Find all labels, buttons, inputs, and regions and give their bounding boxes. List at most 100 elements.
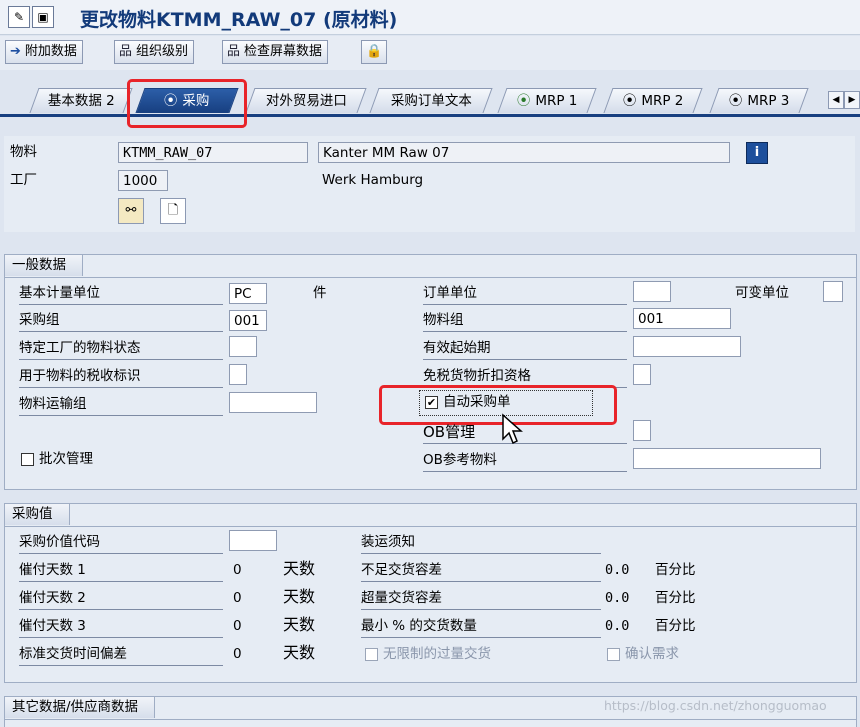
mouse-cursor-icon (502, 413, 523, 445)
batch-management-label: 批次管理 (39, 451, 93, 467)
tax-indicator-field[interactable] (229, 364, 247, 385)
other-data-title: 其它数据/供应商数据 (5, 697, 156, 718)
std-deviation-unit: 天数 (283, 643, 316, 662)
tab-mrp-3[interactable]: ⦿ MRP 3 (709, 88, 809, 113)
hierarchy-icon: 品 (119, 44, 133, 59)
reminder-2-unit: 天数 (283, 587, 316, 606)
arrow-right-icon: ➔ (10, 44, 21, 59)
material-description-field[interactable]: Kanter MM Raw 07 (318, 142, 730, 163)
tab-basic-data-2[interactable]: 基本数据 2 (29, 88, 133, 113)
plant-status-field[interactable] (229, 336, 257, 357)
over-tolerance-value: 0.0 (605, 590, 630, 606)
lock-button[interactable]: 🔒 (361, 40, 388, 64)
org-levels-button[interactable]: 品组织级别 (114, 40, 195, 64)
check-screen-data-label: 检查屏幕数据 (244, 44, 323, 59)
reminder-2-value: 0 (233, 590, 242, 606)
min-delivery-value: 0.0 (605, 618, 630, 634)
batch-management-checkbox[interactable] (21, 453, 34, 466)
purchasing-values-group: 采购值 采购价值代码 装运须知 催付天数 1 0 天数 不足交货容差 0.0 百… (4, 503, 857, 683)
tax-indicator-label: 用于物料的税收标识 (19, 366, 223, 388)
valid-from-label: 有效起始期 (423, 338, 627, 360)
general-data-group: 一般数据 基本计量单位 PC 件 订单单位 可变单位 采购组 001 物料组 0… (4, 254, 857, 490)
material-group-label: 物料组 (423, 310, 627, 332)
plant-field[interactable]: 1000 (118, 170, 168, 191)
tab-foreign-trade-import[interactable]: 对外贸易进口 (245, 88, 367, 113)
base-uom-text: 件 (313, 285, 327, 301)
display-toggle-icon[interactable]: ▣ (32, 6, 54, 28)
reminder-1-unit: 天数 (283, 559, 316, 578)
transport-group-label: 物料运输组 (19, 394, 223, 416)
plant-description: Werk Hamburg (322, 172, 424, 188)
under-tolerance-label: 不足交货容差 (361, 560, 601, 582)
additional-data-button[interactable]: ➔ 附加数据 (5, 40, 83, 64)
org-levels-label: 组织级别 (136, 44, 189, 59)
general-data-title: 一般数据 (5, 255, 83, 276)
order-unit-field[interactable] (633, 281, 671, 302)
ob-reference-field[interactable] (633, 448, 821, 469)
purchasing-group-field[interactable]: 001 (229, 310, 267, 331)
ack-required-label: 确认需求 (625, 646, 679, 662)
std-deviation-value: 0 (233, 646, 242, 662)
tab-mrp-1[interactable]: ⦿ MRP 1 (497, 88, 597, 113)
variable-unit-label: 可变单位 (735, 285, 789, 301)
check-hierarchy-icon: 品 (227, 44, 241, 59)
unlimited-overdelivery-label: 无限制的过量交货 (383, 646, 491, 662)
ack-required-checkbox[interactable] (607, 648, 620, 661)
valid-from-field[interactable] (633, 336, 741, 357)
min-delivery-unit: 百分比 (655, 618, 696, 634)
base-uom-field[interactable]: PC (229, 283, 267, 304)
tab-mrp2-label: MRP 2 (641, 93, 684, 109)
material-group-field[interactable]: 001 (633, 308, 731, 329)
highlight-auto-po (379, 385, 617, 425)
purchasing-values-header: 采购值 (5, 504, 856, 527)
tab-po-text-label: 采购订单文本 (390, 93, 472, 109)
reminder-3-value: 0 (233, 618, 242, 634)
value-key-field[interactable] (229, 530, 277, 551)
reminder-1-label: 催付天数 1 (19, 560, 223, 582)
material-label: 物料 (10, 144, 37, 160)
tab-scroll-left-icon[interactable]: ◀ (828, 91, 844, 109)
tab-mrp-2[interactable]: ⦿ MRP 2 (603, 88, 703, 113)
reminder-3-label: 催付天数 3 (19, 616, 223, 638)
page-title: 更改物料KTMM_RAW_07 (原材料) (80, 9, 398, 31)
tab-scroll-right-icon[interactable]: ▶ (844, 91, 860, 109)
title-bar: ✎ ▣ 更改物料KTMM_RAW_07 (原材料) (0, 0, 860, 35)
min-delivery-label: 最小 % 的交货数量 (361, 616, 601, 638)
info-icon[interactable]: i (746, 142, 768, 164)
tab-basic-data-2-label: 基本数据 2 (47, 93, 115, 109)
under-tolerance-unit: 百分比 (655, 562, 696, 578)
additional-data-label: 附加数据 (24, 44, 77, 59)
variable-unit-field[interactable] (823, 281, 843, 302)
link-icon[interactable]: ⚯ (118, 198, 144, 224)
base-uom-label: 基本计量单位 (19, 283, 223, 305)
shipping-instr-label: 装运须知 (361, 532, 601, 554)
check-screen-data-button[interactable]: 品检查屏幕数据 (222, 40, 329, 64)
application-toolbar: ➔ 附加数据 品组织级别 品检查屏幕数据 🔒 (0, 36, 860, 70)
lock-icon: 🔒 (366, 44, 383, 59)
reminder-2-label: 催付天数 2 (19, 588, 223, 610)
std-deviation-label: 标准交货时间偏差 (19, 644, 223, 666)
ob-reference-label: OB参考物料 (423, 450, 627, 472)
document-icon[interactable]: 🗋 (160, 198, 186, 224)
ob-management-field[interactable] (633, 420, 651, 441)
header-panel: 物料 KTMM_RAW_07 Kanter MM Raw 07 i 工厂 100… (4, 136, 855, 232)
purchasing-values-title: 采购值 (5, 504, 70, 525)
watermark: https://blog.csdn.net/zhongguomao (604, 698, 827, 713)
plant-status-label: 特定工厂的物料状态 (19, 338, 223, 360)
tab-mrp1-label: MRP 1 (535, 93, 578, 109)
tab-po-text[interactable]: 采购订单文本 (369, 88, 493, 113)
tab-icon-mrp3: ⦿ (728, 93, 743, 109)
transport-group-field[interactable] (229, 392, 317, 413)
over-tolerance-unit: 百分比 (655, 590, 696, 606)
unlimited-overdelivery-checkbox[interactable] (365, 648, 378, 661)
value-key-label: 采购价值代码 (19, 532, 223, 554)
material-field[interactable]: KTMM_RAW_07 (118, 142, 308, 163)
tab-mrp3-label: MRP 3 (747, 93, 790, 109)
edit-mode-icon[interactable]: ✎ (8, 6, 30, 28)
plant-label: 工厂 (10, 172, 37, 188)
over-tolerance-label: 超量交货容差 (361, 588, 601, 610)
highlight-purchasing-tab (127, 79, 247, 128)
general-data-header: 一般数据 (5, 255, 856, 278)
reminder-1-value: 0 (233, 562, 242, 578)
tax-free-field[interactable] (633, 364, 651, 385)
